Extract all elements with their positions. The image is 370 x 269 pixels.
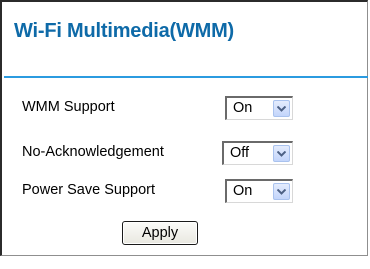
chevron-down-icon <box>277 189 286 195</box>
wmm-support-label: WMM Support <box>22 99 115 115</box>
wmm-support-select[interactable]: On <box>225 96 293 120</box>
title-divider <box>4 76 368 78</box>
no-acknowledgement-label: No-Acknowledgement <box>22 144 164 160</box>
apply-button[interactable]: Apply <box>122 221 198 245</box>
wmm-support-value: On <box>233 100 253 116</box>
no-acknowledgement-dropdown-button[interactable] <box>273 145 290 162</box>
power-save-support-select[interactable]: On <box>225 179 293 203</box>
no-acknowledgement-select[interactable]: Off <box>222 141 293 165</box>
chevron-down-icon <box>277 106 286 112</box>
power-save-support-label: Power Save Support <box>22 182 155 198</box>
power-save-support-dropdown-button[interactable] <box>273 183 290 200</box>
power-save-support-value: On <box>233 183 253 199</box>
wmm-panel: Wi-Fi Multimedia(WMM) WMM Support On No-… <box>0 0 368 256</box>
no-acknowledgement-value: Off <box>230 145 250 161</box>
chevron-down-icon <box>277 151 286 157</box>
page-title: Wi-Fi Multimedia(WMM) <box>14 20 235 42</box>
wmm-support-dropdown-button[interactable] <box>273 100 290 117</box>
